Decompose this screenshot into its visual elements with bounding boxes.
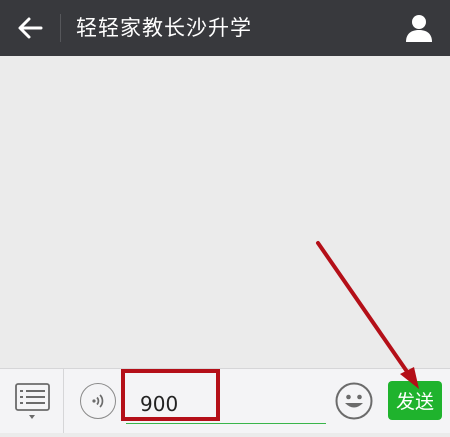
emoji-icon [335,382,373,420]
top-bar: 轻轻家教长沙升学 [0,0,450,56]
profile-button[interactable] [402,10,436,46]
chat-title: 轻轻家教长沙升学 [76,16,252,40]
message-input-wrapper [126,377,326,424]
menu-button[interactable] [0,369,64,433]
voice-button[interactable] [80,383,116,419]
emoji-button[interactable] [335,382,373,420]
menu-list-icon [15,383,50,419]
message-composer: 发送 [0,368,450,433]
header-divider [60,14,61,42]
message-input[interactable] [126,377,326,421]
send-button[interactable]: 发送 [388,381,442,420]
user-profile-icon [406,15,432,42]
voice-icon [92,394,104,408]
back-button[interactable] [8,8,52,48]
chat-message-area[interactable] [0,56,450,368]
back-arrow-icon [18,17,43,39]
